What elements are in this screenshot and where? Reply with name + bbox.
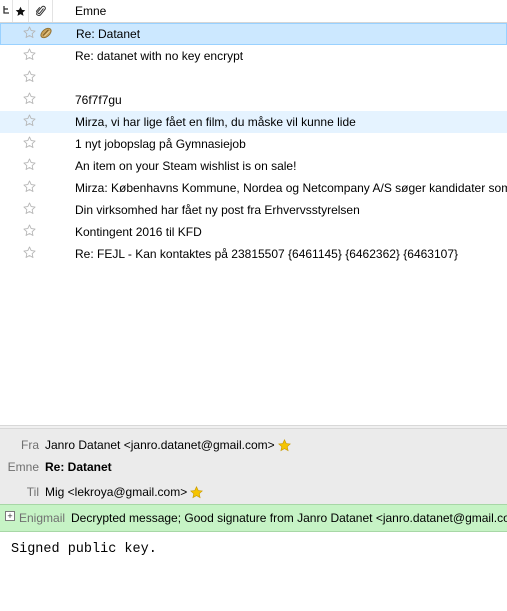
message-subject: Re: FEJL - Kan kontaktes på 23815507 {64… [75, 247, 458, 261]
enigmail-status-text: Decrypted message; Good signature from J… [71, 511, 507, 525]
star-icon[interactable] [23, 114, 37, 128]
message-row[interactable]: An item on your Steam wishlist is on sal… [0, 155, 507, 177]
column-header-row: Emne [0, 0, 507, 23]
from-line: Fra Janro Datanet <janro.datanet@gmail.c… [0, 435, 507, 455]
message-subject: Mirza, vi har lige fået en film, du måsk… [75, 115, 356, 129]
message-subject: 1 nyt jobopslag på Gymnasiejob [75, 137, 246, 151]
message-subject: An item on your Steam wishlist is on sal… [75, 159, 297, 173]
star-icon[interactable] [23, 202, 37, 216]
subject-value: Re: Datanet [45, 460, 112, 474]
message-list-pane: Emne Re: Datanet Re: datanet with no key … [0, 0, 507, 425]
message-rows: Re: Datanet Re: datanet with no key encry… [0, 23, 507, 265]
message-row[interactable]: Din virksomhed har fået ny post fra Erhv… [0, 199, 507, 221]
to-address[interactable]: Mig <lekroya@gmail.com> [45, 482, 187, 502]
message-row[interactable]: 76f7f7gu [0, 89, 507, 111]
message-row[interactable]: Re: Datanet [0, 23, 507, 45]
star-icon[interactable] [23, 246, 37, 260]
attachment-icon [39, 26, 53, 40]
star-icon[interactable] [23, 70, 37, 84]
message-subject: Din virksomhed har fået ny post fra Erhv… [75, 203, 360, 217]
message-subject: Kontingent 2016 til KFD [75, 225, 202, 239]
star-column-icon [15, 6, 26, 17]
message-header: Fra Janro Datanet <janro.datanet@gmail.c… [0, 429, 507, 504]
message-subject: 76f7f7gu [75, 93, 122, 107]
message-row[interactable] [0, 67, 507, 89]
star-icon[interactable] [23, 224, 37, 238]
star-icon[interactable] [23, 136, 37, 150]
to-label: Til [26, 485, 39, 499]
subject-line: Emne Re: Datanet [0, 457, 507, 477]
subject-column-label: Emne [75, 4, 107, 18]
thread-column-header[interactable] [0, 0, 13, 22]
message-body-text: Signed public key. [11, 542, 157, 557]
message-row[interactable]: Mirza, vi har lige fået en film, du måsk… [0, 111, 507, 133]
message-subject: Re: Datanet [76, 27, 141, 41]
star-icon[interactable] [23, 180, 37, 194]
message-row[interactable]: Mirza: Københavns Kommune, Nordea og Net… [0, 177, 507, 199]
paperclip-icon [35, 5, 46, 17]
from-label: Fra [21, 438, 39, 452]
from-value[interactable]: Janro Datanet <janro.datanet@gmail.com> [45, 435, 291, 455]
subject-column-header[interactable]: Emne [53, 0, 507, 22]
attachment-column-header[interactable] [29, 0, 53, 22]
star-icon[interactable] [23, 92, 37, 106]
expand-toggle-icon[interactable]: + [5, 511, 15, 521]
add-contact-star-icon[interactable] [190, 485, 204, 499]
message-row[interactable]: Re: FEJL - Kan kontaktes på 23815507 {64… [0, 243, 507, 265]
message-body: Signed public key. [0, 532, 507, 611]
subject-label: Emne [7, 460, 39, 474]
enigmail-label: Enigmail [19, 511, 66, 525]
thread-icon [2, 5, 11, 17]
star-icon[interactable] [23, 48, 37, 62]
add-contact-star-icon[interactable] [277, 438, 291, 452]
enigmail-status-bar: + Enigmail Decrypted message; Good signa… [0, 504, 507, 532]
to-value[interactable]: Mig <lekroya@gmail.com> [45, 482, 204, 502]
to-line: Til Mig <lekroya@gmail.com> [0, 482, 507, 502]
message-subject: Re: datanet with no key encrypt [75, 49, 244, 63]
star-icon[interactable] [23, 158, 37, 172]
star-column-header[interactable] [13, 0, 29, 22]
message-subject: Mirza: Københavns Kommune, Nordea og Net… [75, 181, 507, 195]
star-icon[interactable] [23, 26, 37, 40]
message-row[interactable]: Kontingent 2016 til KFD [0, 221, 507, 243]
message-row[interactable]: 1 nyt jobopslag på Gymnasiejob [0, 133, 507, 155]
message-row[interactable]: Re: datanet with no key encrypt [0, 45, 507, 67]
from-address[interactable]: Janro Datanet <janro.datanet@gmail.com> [45, 435, 275, 455]
